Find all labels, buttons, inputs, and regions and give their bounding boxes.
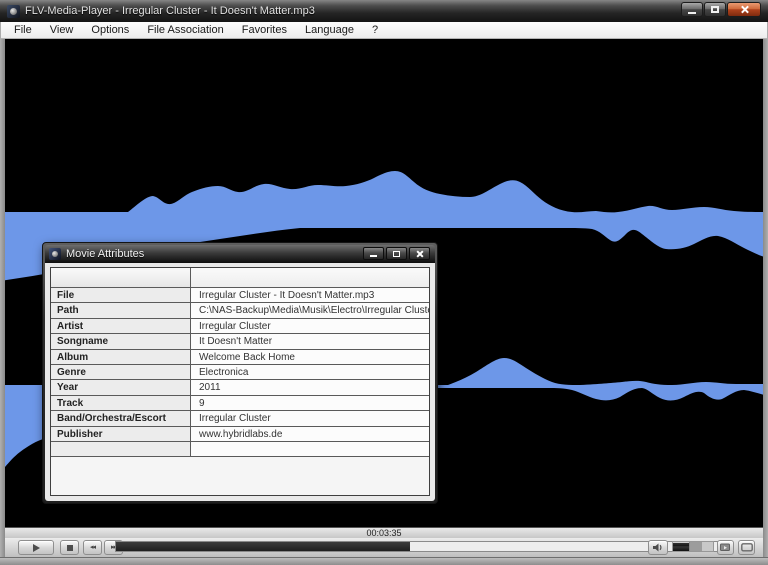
dialog-body: File Irregular Cluster - It Doesn't Matt… — [45, 263, 435, 501]
speaker-icon — [652, 542, 664, 553]
attribute-value: Irregular Cluster — [191, 319, 429, 333]
table-row: File Irregular Cluster - It Doesn't Matt… — [51, 288, 429, 303]
play-icon — [33, 544, 40, 552]
menu-item[interactable]: Favorites — [233, 23, 296, 37]
attribute-label: Songname — [51, 334, 191, 348]
attribute-value: 9 — [191, 396, 429, 410]
dialog-window-controls — [363, 247, 430, 260]
stop-icon — [67, 545, 73, 551]
window-border-right — [763, 22, 768, 565]
maximize-button[interactable] — [704, 2, 726, 17]
dialog-minimize-button[interactable] — [363, 247, 384, 260]
table-row: Publisher www.hybridlabs.de — [51, 427, 429, 442]
attribute-label: Band/Orchestra/Escort — [51, 411, 191, 425]
table-footer-area — [51, 457, 429, 495]
transport-bar: ◂◂ ▸▸ — [5, 538, 763, 557]
minimize-button[interactable] — [681, 2, 703, 17]
attribute-label — [51, 442, 191, 456]
seek-bar-fill — [116, 542, 410, 551]
play-button[interactable] — [18, 540, 54, 555]
titlebar[interactable]: FLV-Media-Player - Irregular Cluster - I… — [0, 0, 768, 22]
attribute-value: 2011 — [191, 380, 429, 394]
rewind-icon: ◂◂ — [90, 544, 95, 551]
table-row: Path C:\NAS-Backup\Media\Musik\Electro\I… — [51, 303, 429, 318]
rewind-button[interactable]: ◂◂ — [83, 540, 102, 555]
attribute-label: Track — [51, 396, 191, 410]
attribute-value: Electronica — [191, 365, 429, 379]
table-row: Genre Electronica — [51, 365, 429, 380]
attribute-value: www.hybridlabs.de — [191, 427, 429, 441]
attribute-label: Artist — [51, 319, 191, 333]
window-border-bottom — [0, 557, 768, 565]
close-button[interactable] — [727, 2, 761, 17]
maximize-icon — [393, 251, 400, 257]
attribute-label: Genre — [51, 365, 191, 379]
dialog-maximize-button[interactable] — [386, 247, 407, 260]
header-value-cell — [191, 268, 429, 287]
menu-item[interactable]: View — [41, 23, 83, 37]
mute-button[interactable] — [648, 540, 668, 555]
attribute-value: C:\NAS-Backup\Media\Musik\Electro\Irregu… — [191, 303, 429, 317]
dialog-icon — [49, 248, 61, 260]
table-row: Band/Orchestra/Escort Irregular Cluster — [51, 411, 429, 426]
movie-attributes-dialog: Movie Attributes File Irregular — [42, 242, 438, 504]
menu-item[interactable]: File — [5, 23, 41, 37]
time-display-bar: 00:03:35 — [5, 527, 763, 538]
attributes-table: File Irregular Cluster - It Doesn't Matt… — [50, 267, 430, 496]
window-controls — [681, 2, 761, 17]
app-icon — [7, 5, 20, 18]
menu-item[interactable]: File Association — [138, 23, 232, 37]
maximize-icon — [711, 6, 719, 13]
attribute-value: Irregular Cluster — [191, 411, 429, 425]
attribute-label: Year — [51, 380, 191, 394]
menu-item[interactable]: ? — [363, 23, 387, 37]
table-row: Songname It Doesn't Matter — [51, 334, 429, 349]
attribute-label: File — [51, 288, 191, 302]
minimize-icon — [370, 255, 377, 257]
attribute-value — [191, 442, 429, 456]
table-row: Artist Irregular Cluster — [51, 319, 429, 334]
dialog-titlebar[interactable]: Movie Attributes — [45, 245, 435, 263]
app-window: FLV-Media-Player - Irregular Cluster - I… — [0, 0, 768, 565]
dialog-close-button[interactable] — [409, 247, 430, 260]
close-icon — [416, 250, 424, 258]
attribute-value: Welcome Back Home — [191, 350, 429, 364]
volume-handle[interactable] — [689, 542, 702, 551]
attribute-value: Irregular Cluster - It Doesn't Matter.mp… — [191, 288, 429, 302]
table-header-row — [51, 268, 429, 288]
seek-bar[interactable] — [115, 541, 730, 552]
menu-item[interactable]: Options — [82, 23, 138, 37]
menu-item[interactable]: Language — [296, 23, 363, 37]
window-border-left — [0, 22, 5, 565]
fullscreen-button[interactable] — [738, 540, 755, 555]
table-row: Album Welcome Back Home — [51, 350, 429, 365]
attribute-label: Album — [51, 350, 191, 364]
window-title: FLV-Media-Player - Irregular Cluster - I… — [25, 5, 315, 17]
table-row: Track 9 — [51, 396, 429, 411]
attribute-label: Publisher — [51, 427, 191, 441]
table-row — [51, 442, 429, 457]
dialog-title: Movie Attributes — [66, 248, 144, 260]
volume-slider[interactable] — [672, 541, 714, 552]
video-screen-icon — [720, 543, 731, 553]
stop-button[interactable] — [60, 540, 79, 555]
close-icon — [740, 5, 749, 14]
table-row: Year 2011 — [51, 380, 429, 395]
volume-fill — [673, 542, 689, 551]
attribute-value: It Doesn't Matter — [191, 334, 429, 348]
attribute-label: Path — [51, 303, 191, 317]
menubar: File View Options File Association Favor… — [1, 22, 767, 39]
fullscreen-icon — [741, 543, 753, 552]
minimize-icon — [688, 12, 696, 14]
video-window-button[interactable] — [717, 540, 734, 555]
elapsed-time: 00:03:35 — [366, 528, 401, 538]
header-label-cell — [51, 268, 191, 287]
